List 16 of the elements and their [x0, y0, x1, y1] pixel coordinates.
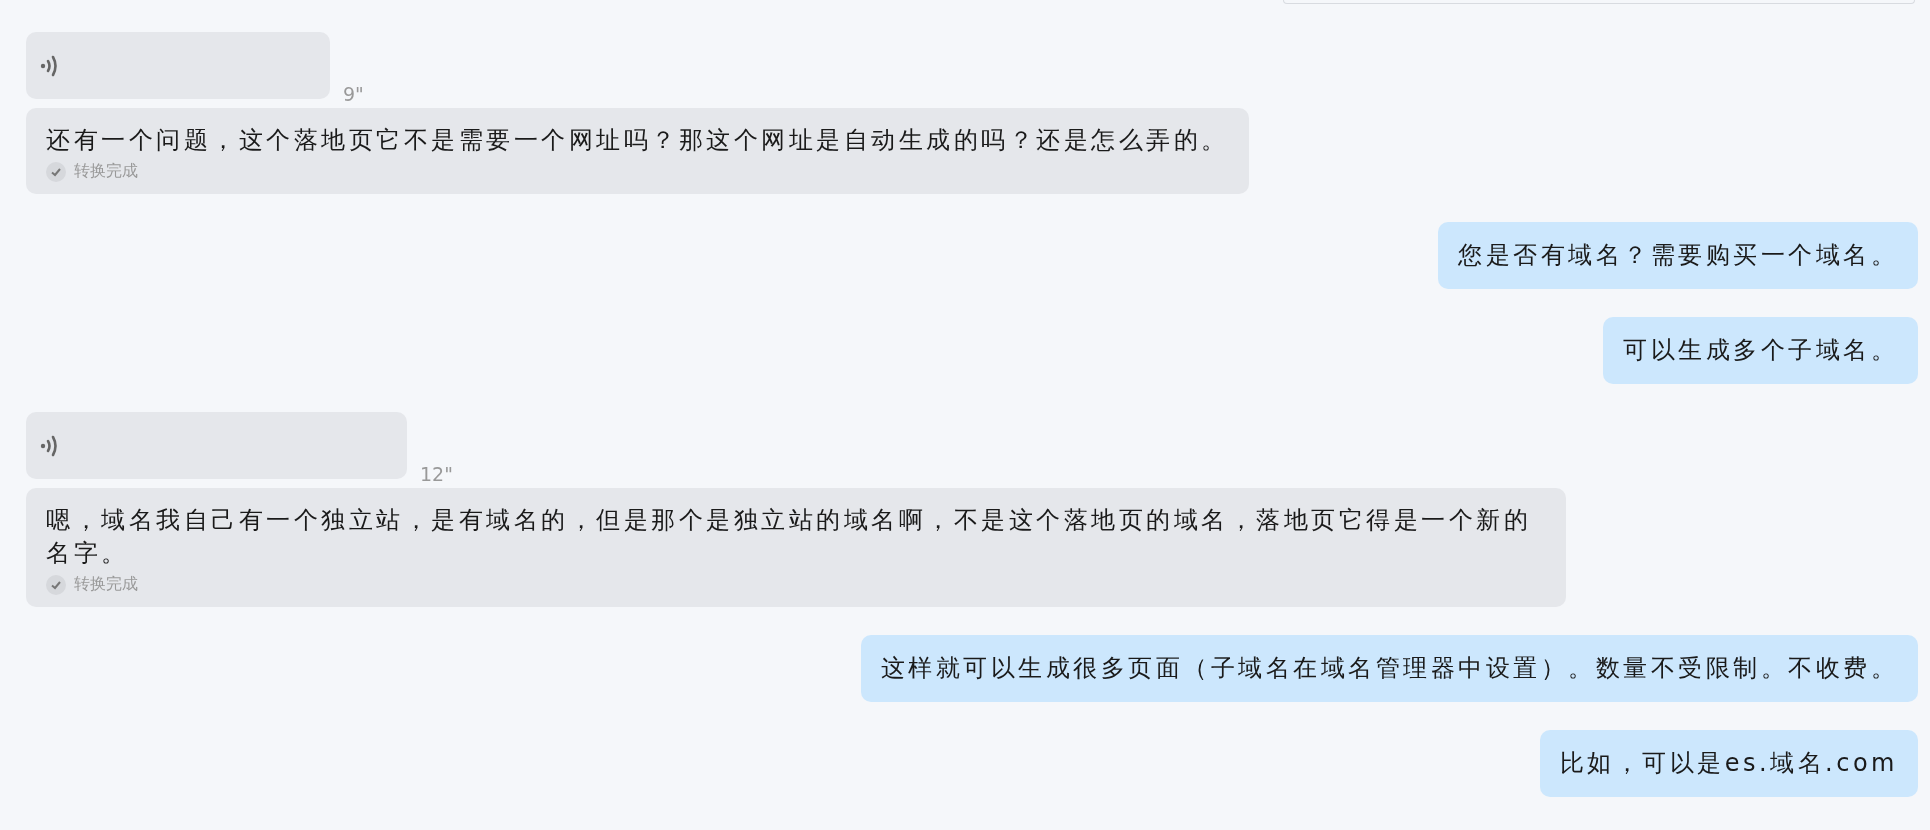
message-bubble: 可以生成多个子域名。	[1603, 317, 1918, 384]
voice-icon	[40, 53, 60, 78]
voice-message[interactable]	[26, 412, 407, 479]
message-text: 嗯，域名我自己有一个独立站，是有域名的，但是那个是独立站的域名啊，不是这个落地页的域名，落地页它得是一个新的名字。	[46, 505, 1532, 569]
message-text: 还有一个问题，这个落地页它不是需要一个网址吗？那这个网址是自动生成的吗？还是怎么弄的。	[46, 125, 1229, 156]
voice-icon	[40, 433, 60, 458]
voice-duration: 12"	[420, 463, 453, 485]
message-bubble: 比如，可以是es.域名.com	[1539, 730, 1918, 797]
voice-message[interactable]	[26, 32, 330, 99]
voice-duration: 9"	[343, 83, 364, 105]
status-text: 转换完成	[74, 574, 138, 595]
check-icon	[46, 161, 66, 182]
check-icon	[46, 574, 66, 595]
message-bubble: 这样就可以生成很多页面（子域名在域名管理器中设置）。数量不受限制。不收费。	[860, 635, 1918, 702]
message-bubble: 您是否有域名？需要购买一个域名。	[1438, 222, 1918, 289]
status-text: 转换完成	[74, 161, 138, 182]
